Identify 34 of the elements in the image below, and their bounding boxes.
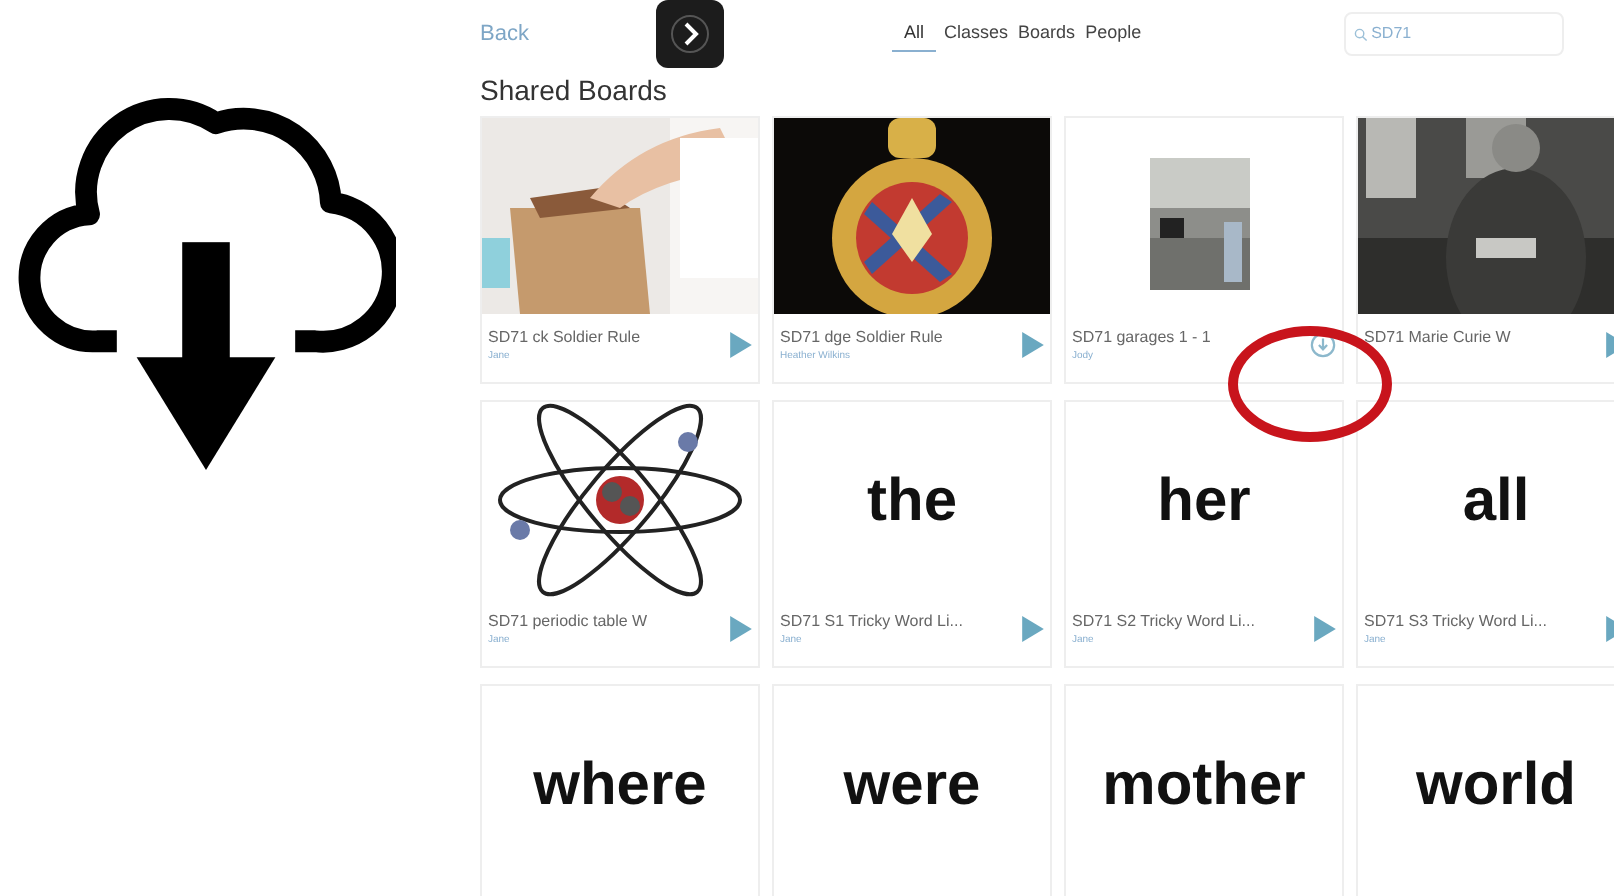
card-title: SD71 ck Soldier Rule [488,326,641,350]
play-icon[interactable] [730,332,752,359]
play-icon[interactable] [730,616,752,643]
download-icon[interactable] [1310,332,1336,359]
card-title: SD71 S1 Tricky Word Li... [780,610,963,634]
chevron-right-icon [670,14,710,54]
card-word: mother [1102,749,1306,821]
card-title: SD71 dge Soldier Rule [780,326,943,350]
card-word: where [533,749,707,821]
filter-tab[interactable]: All [892,15,937,53]
card-title: SD71 S2 Tricky Word Li... [1072,610,1255,634]
card-word: world [1416,749,1576,821]
card-title: SD71 garages 1 - 1 [1072,326,1211,350]
card-word: her [1157,465,1251,537]
board-card[interactable]: SD71 Marie Curie W [1356,116,1614,384]
play-icon[interactable] [1022,616,1044,643]
search-icon [1353,27,1368,41]
card-word: all [1462,465,1530,537]
board-card[interactable]: mother [1064,684,1344,896]
board-card[interactable]: where [480,684,760,896]
card-word: were [843,749,981,821]
card-title: SD71 S3 Tricky Word Li... [1364,610,1547,634]
filter-tab[interactable]: People [1083,16,1144,52]
card-title: SD71 Marie Curie W [1364,326,1511,350]
board-card[interactable]: world [1356,684,1614,896]
forward-button[interactable] [656,0,724,68]
filter-tab[interactable]: Boards [1016,16,1078,52]
card-title: SD71 periodic table W [488,610,648,634]
filter-tab[interactable]: Classes [942,16,1011,52]
board-card[interactable]: were [772,684,1052,896]
play-icon[interactable] [1314,616,1336,643]
card-word: the [867,465,957,537]
play-icon[interactable] [1022,332,1044,359]
section-heading: Shared Boards [480,74,667,106]
